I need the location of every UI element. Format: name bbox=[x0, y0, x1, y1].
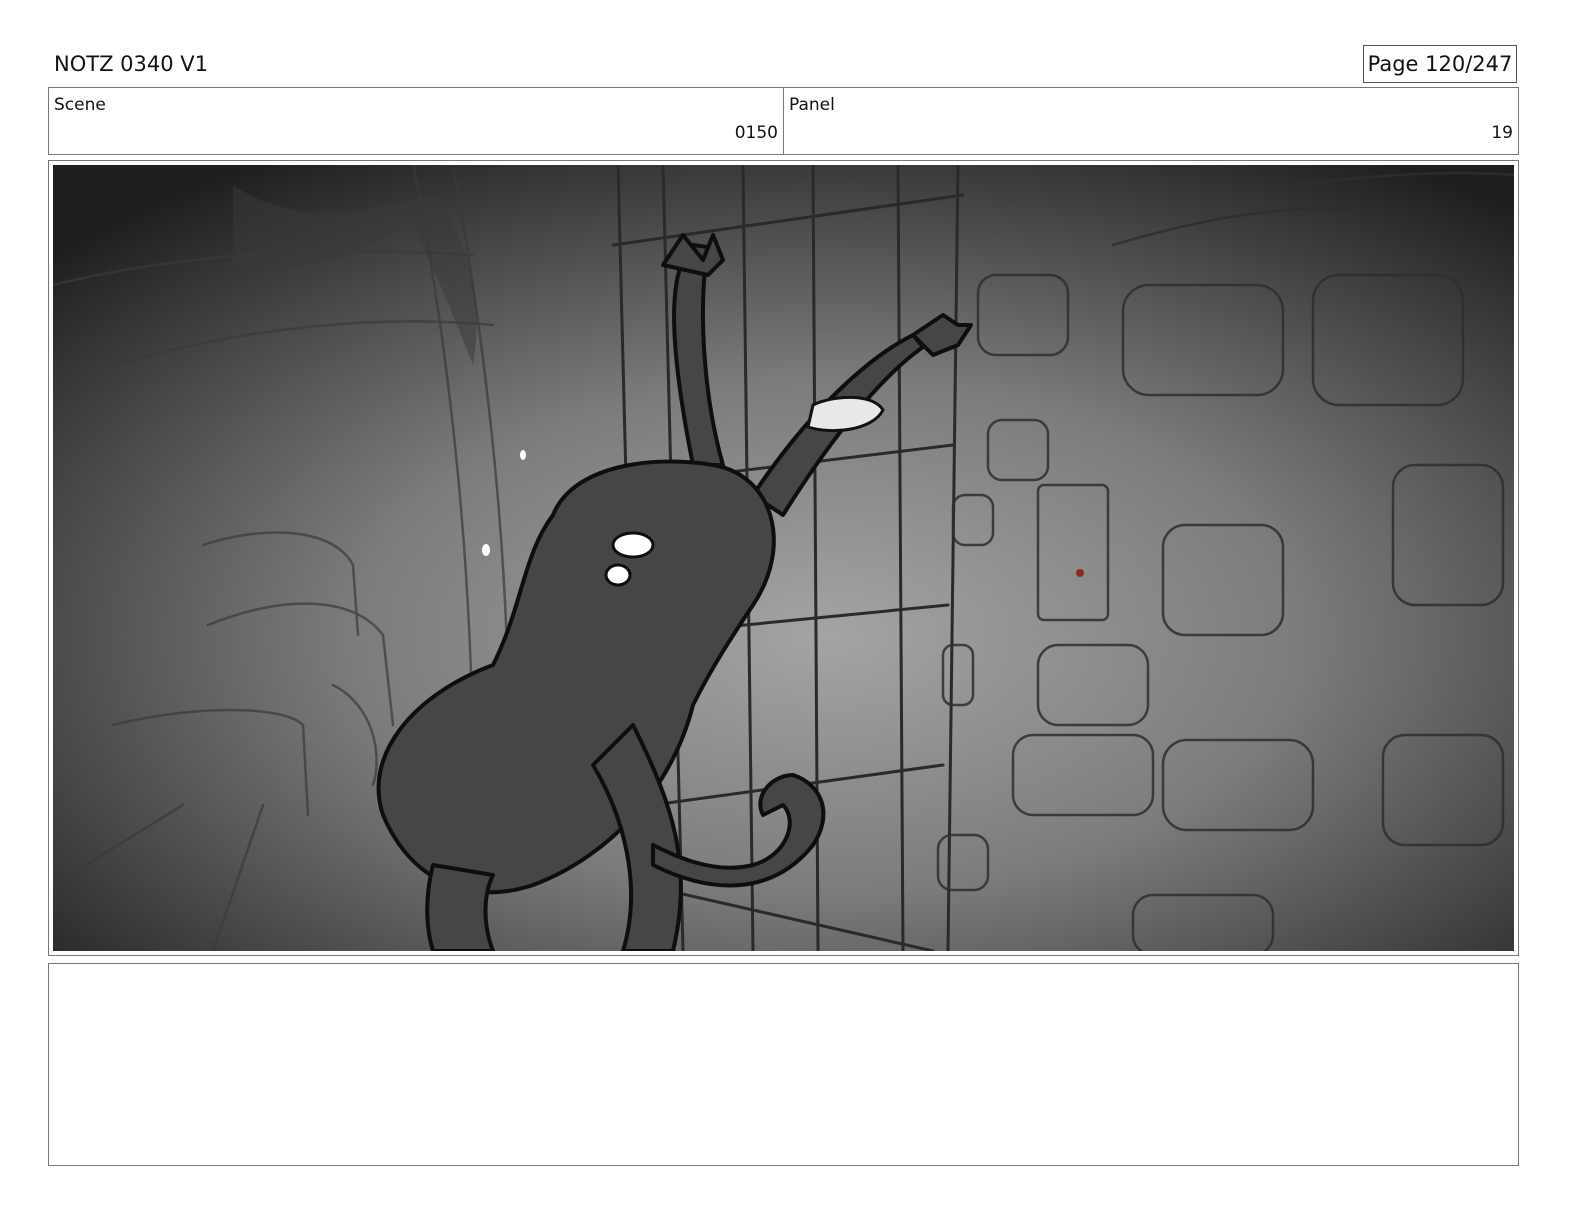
storyboard-panel-frame bbox=[48, 160, 1519, 956]
storyboard-sketch bbox=[53, 165, 1514, 951]
scene-cell: Scene 0150 bbox=[49, 88, 783, 154]
page-number-box: Page 120/247 bbox=[1363, 45, 1517, 83]
page-number: Page 120/247 bbox=[1367, 52, 1513, 76]
panel-notes bbox=[48, 963, 1519, 1166]
document-title: NOTZ 0340 V1 bbox=[54, 52, 208, 76]
scene-value: 0150 bbox=[734, 123, 778, 143]
panel-value: 19 bbox=[1491, 123, 1513, 143]
panel-label: Panel bbox=[789, 95, 835, 115]
scene-label: Scene bbox=[54, 95, 106, 115]
info-row: Scene 0150 Panel 19 bbox=[48, 87, 1519, 155]
panel-cell: Panel 19 bbox=[783, 88, 1518, 154]
